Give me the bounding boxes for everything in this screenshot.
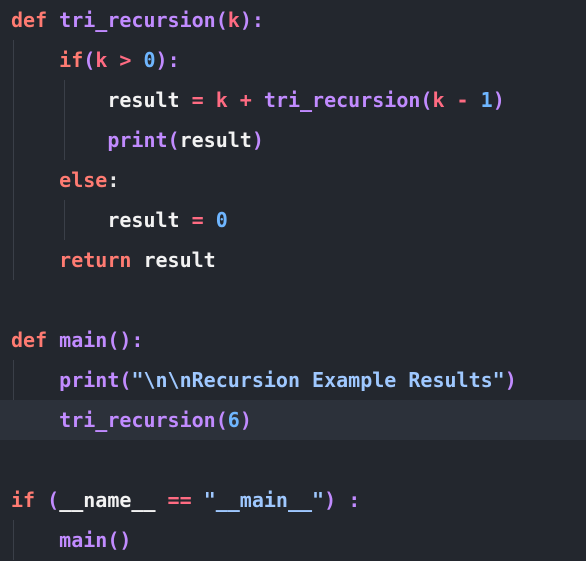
code-token: result (107, 88, 180, 112)
code-token: : (107, 168, 120, 192)
code-token: ( (215, 408, 228, 432)
code-line[interactable] (0, 440, 586, 480)
code-line[interactable]: print(result) (0, 120, 586, 160)
code-token: ( (119, 368, 132, 392)
code-token: k (215, 88, 228, 112)
code-token: k (95, 48, 108, 72)
code-token: main (59, 528, 108, 552)
code-text: else: (11, 160, 119, 200)
code-token: "__main__" (203, 488, 325, 512)
code-line[interactable]: return result (0, 240, 586, 280)
code-token: ): (155, 48, 180, 72)
code-token: = (179, 208, 216, 232)
code-token: print (107, 128, 168, 152)
code-token: result (107, 208, 180, 232)
code-token: ) : (324, 488, 361, 512)
code-token: result (143, 248, 216, 272)
code-token: 0 (215, 208, 228, 232)
code-token: 1 (480, 88, 493, 112)
code-line[interactable] (0, 280, 586, 320)
code-token: 6 (227, 408, 240, 432)
code-token: ( (215, 8, 228, 32)
code-text: main() (11, 520, 131, 560)
code-token: k (432, 88, 445, 112)
code-line[interactable]: result = k + tri_recursion(k - 1) (0, 80, 586, 120)
code-text: if(k > 0): (11, 40, 180, 80)
code-text: return result (11, 240, 216, 280)
code-token: + (227, 88, 264, 112)
code-token: k (227, 8, 240, 32)
code-token: def (11, 328, 48, 352)
code-token: main (59, 328, 108, 352)
code-text: def main(): (11, 320, 143, 360)
code-text: result = k + tri_recursion(k - 1) (11, 80, 505, 120)
code-token: tri_recursion (263, 88, 421, 112)
code-text: tri_recursion(6) (11, 400, 252, 440)
code-token: () (107, 528, 132, 552)
code-token: - (444, 88, 481, 112)
code-token: def (11, 8, 48, 32)
code-line[interactable]: if (__name__ == "__main__") : (0, 480, 586, 520)
code-line[interactable]: if(k > 0): (0, 40, 586, 80)
code-text: print("\n\nRecursion Example Results") (11, 360, 517, 400)
code-editor[interactable]: def tri_recursion(k): if(k > 0): result … (0, 0, 586, 561)
code-token: "\n\nRecursion Example Results" (131, 368, 505, 392)
code-token: > (107, 48, 144, 72)
code-text: result = 0 (11, 200, 228, 240)
code-token: ) (251, 128, 264, 152)
code-line[interactable]: main() (0, 520, 586, 560)
code-token: ) (239, 408, 252, 432)
code-token: __name__ (59, 488, 156, 512)
code-token: else (59, 168, 108, 192)
code-token: tri_recursion (59, 8, 216, 32)
code-line-active[interactable]: tri_recursion(6) (0, 400, 586, 440)
code-line[interactable]: def main(): (0, 320, 586, 360)
code-line[interactable]: print("\n\nRecursion Example Results") (0, 360, 586, 400)
code-token: == (155, 488, 204, 512)
code-token: if (11, 488, 36, 512)
code-token: ( (35, 488, 60, 512)
code-token: 0 (143, 48, 156, 72)
code-token: ) (492, 88, 505, 112)
code-token: ): (239, 8, 264, 32)
code-text: def tri_recursion(k): (11, 0, 264, 40)
code-token: (): (107, 328, 144, 352)
code-text: if (__name__ == "__main__") : (11, 480, 360, 520)
code-token: return (59, 248, 132, 272)
code-line[interactable]: result = 0 (0, 200, 586, 240)
code-token: ( (83, 48, 96, 72)
code-token: result (179, 128, 252, 152)
code-token: if (59, 48, 84, 72)
code-token: tri_recursion (59, 408, 216, 432)
code-text: print(result) (11, 120, 264, 160)
code-token: ( (167, 128, 180, 152)
code-token: ( (420, 88, 433, 112)
code-line[interactable]: else: (0, 160, 586, 200)
code-token: print (59, 368, 120, 392)
code-line[interactable]: def tri_recursion(k): (0, 0, 586, 40)
code-token: ) (504, 368, 517, 392)
code-token: = (179, 88, 216, 112)
